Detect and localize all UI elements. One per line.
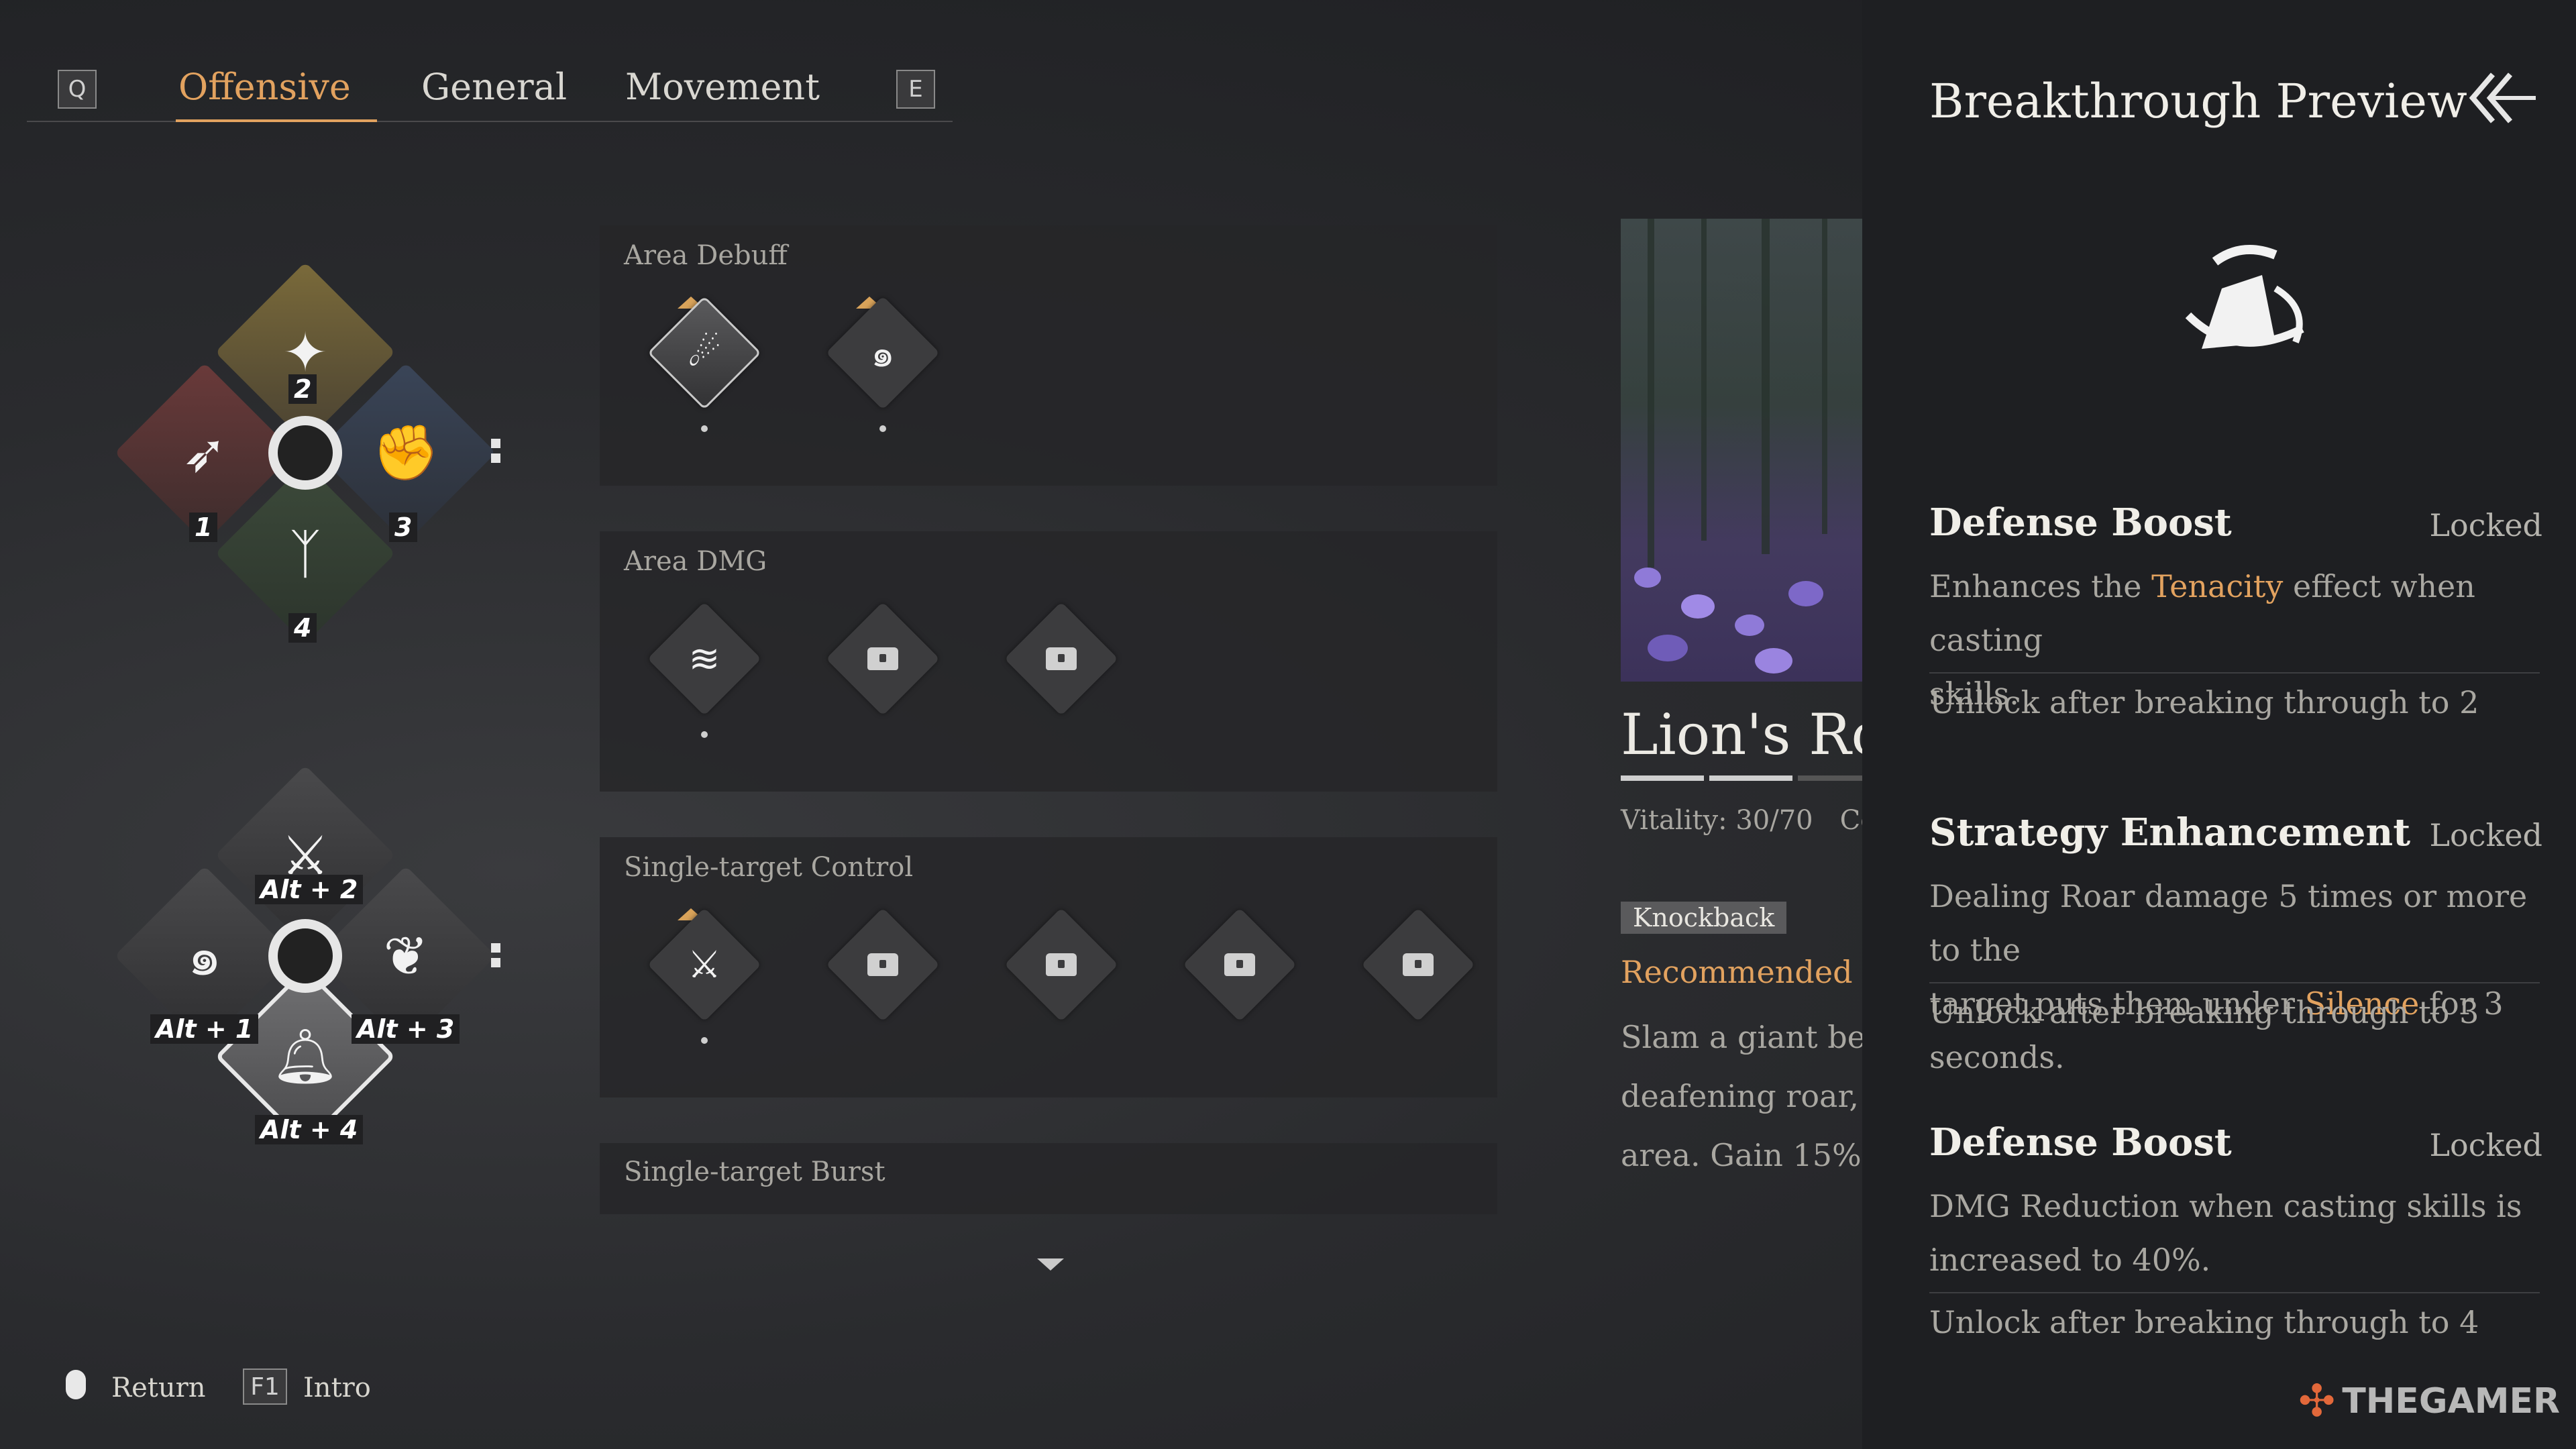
skill-slot-locked[interactable] (1004, 602, 1118, 716)
intro-key[interactable]: F1 (243, 1368, 287, 1405)
pane-title: Breakthrough Preview (1929, 74, 2467, 129)
slot-number-alt-4: Alt + 4 (255, 1115, 364, 1144)
skill-slot[interactable]: ⚔ (647, 908, 761, 1022)
breakthrough-preview-pane: Breakthrough Preview Defense Boost Locke… (1862, 0, 2576, 1449)
section-status: Locked (2429, 1127, 2542, 1163)
return-label[interactable]: Return (111, 1373, 206, 1403)
section-unlock: Unlock after breaking through to 2 (1929, 684, 2479, 720)
skill-level-bar (1621, 775, 1862, 782)
wheel-center-ring (268, 416, 342, 490)
lock-icon (1224, 953, 1255, 976)
fist-icon: ✊ (372, 421, 439, 484)
skill-preview-art (1621, 219, 1862, 682)
tab-general[interactable]: General (421, 66, 567, 108)
category-title: Area DMG (624, 546, 767, 577)
equipped-dot (701, 731, 708, 738)
slot-number-4: 4 (288, 613, 317, 643)
skill-recommended: Recommended fo (1621, 954, 1892, 990)
category-single-target-control: Single-target Control ⚔ (600, 837, 1497, 1097)
skill-slot-locked[interactable] (1183, 908, 1297, 1022)
skill-tag-badge: Knockback (1621, 902, 1787, 934)
dash-icon: ≋ (688, 637, 720, 681)
swirl-icon: ๑ (871, 331, 895, 376)
category-area-debuff: Area Debuff ☄ ๑ (600, 225, 1497, 486)
skill-slot[interactable]: ☄ (647, 296, 761, 410)
wheel-page-dot (491, 453, 500, 463)
active-tab-indicator (176, 119, 377, 122)
section-divider (1929, 1292, 2540, 1293)
slot-number-1: 1 (189, 513, 218, 542)
double-chevron-left-icon[interactable] (2466, 64, 2540, 131)
bell-strike-icon: ☄ (687, 331, 722, 375)
claw-icon: ➶ (182, 421, 227, 484)
slot-number-alt-3: Alt + 3 (352, 1014, 460, 1044)
scroll-down-icon[interactable] (1037, 1258, 1064, 1271)
skill-slot-locked[interactable] (1004, 908, 1118, 1022)
section-unlock: Unlock after breaking through to 3 (1929, 994, 2479, 1030)
bell-strike-icon (2175, 215, 2316, 362)
tabs-divider (27, 121, 953, 122)
watermark-text: THEGAMER (2342, 1381, 2561, 1421)
tab-offensive[interactable]: Offensive (178, 66, 351, 108)
intro-label[interactable]: Intro (303, 1373, 371, 1403)
bell-icon: 🔔︎ (271, 1025, 339, 1087)
section-title: Defense Boost (1929, 500, 2232, 545)
section-unlock: Unlock after breaking through to 4 (1929, 1304, 2479, 1340)
swirl-icon: ๑ (187, 924, 222, 987)
watermark: ✣ THEGAMER (2298, 1375, 2560, 1427)
skill-wheel-alt: ⚔ ๑ ❦ 🔔︎ Alt + 2 Alt + 1 Alt + 3 Alt + 4 (114, 765, 500, 1161)
section-status: Locked (2429, 507, 2542, 543)
section-divider (1929, 672, 2540, 674)
equipped-dot (879, 425, 886, 432)
slot-number-3: 3 (389, 513, 418, 542)
section-title: Strategy Enhancement (1929, 810, 2411, 855)
skill-slot[interactable]: ๑ (826, 296, 940, 410)
lock-icon (1403, 953, 1434, 976)
wing-icon: ❦ (383, 924, 429, 987)
category-title: Single-target Burst (624, 1157, 885, 1187)
category-single-target-burst: Single-target Burst (600, 1143, 1497, 1214)
slot-number-alt-1: Alt + 1 (150, 1014, 259, 1044)
skill-wheel-primary: ✦ ➶ ✊ ᛉ 2 1 3 4 (114, 262, 500, 644)
section-divider (1929, 982, 2540, 983)
lock-icon (1046, 953, 1077, 976)
next-tab-key[interactable]: E (896, 70, 935, 109)
wheel-page-dot (491, 439, 500, 448)
skill-slot[interactable]: ≋ (647, 602, 761, 716)
section-desc: DMG Reduction when casting skills is inc… (1929, 1179, 2533, 1287)
warrior-icon: ⚔ (687, 943, 722, 987)
slot-number-alt-2: Alt + 2 (255, 875, 364, 904)
watermark-logo-icon: ✣ (2298, 1375, 2336, 1427)
mouse-icon (66, 1370, 86, 1399)
leap-icon: ᛉ (289, 522, 321, 585)
tab-movement[interactable]: Movement (625, 66, 820, 108)
vitality-value: Vitality: 30/70 (1621, 805, 1813, 836)
category-title: Area Debuff (624, 240, 788, 271)
equipped-dot (701, 1037, 708, 1044)
desc-text: increased to 40%. (1929, 1242, 2211, 1278)
keyword-tenacity[interactable]: Tenacity (2151, 568, 2283, 604)
lock-icon (867, 953, 898, 976)
equipped-dot (701, 425, 708, 432)
section-title: Defense Boost (1929, 1120, 2232, 1165)
lock-icon (867, 647, 898, 670)
wheel-page-dot (491, 943, 500, 953)
wheel-page-dot (491, 958, 500, 967)
desc-text: Enhances the (1929, 568, 2152, 604)
slot-number-2: 2 (288, 374, 317, 404)
skill-slot-locked[interactable] (1361, 908, 1475, 1022)
skill-vitality: Vitality: 30/70Coo (1621, 805, 1892, 836)
desc-text: Dealing Roar damage 5 times or more to t… (1929, 878, 2528, 968)
category-title: Single-target Control (624, 852, 914, 883)
prev-tab-key[interactable]: Q (58, 70, 97, 109)
lock-icon (1046, 647, 1077, 670)
section-status: Locked (2429, 817, 2542, 853)
skill-slot-locked[interactable] (826, 602, 940, 716)
category-area-dmg: Area DMG ≋ (600, 531, 1497, 792)
desc-text: DMG Reduction when casting skills is (1929, 1188, 2522, 1224)
wheel-center-ring (268, 919, 342, 993)
section-desc: Dealing Roar damage 5 times or more to t… (1929, 869, 2560, 1084)
skill-slot-locked[interactable] (826, 908, 940, 1022)
